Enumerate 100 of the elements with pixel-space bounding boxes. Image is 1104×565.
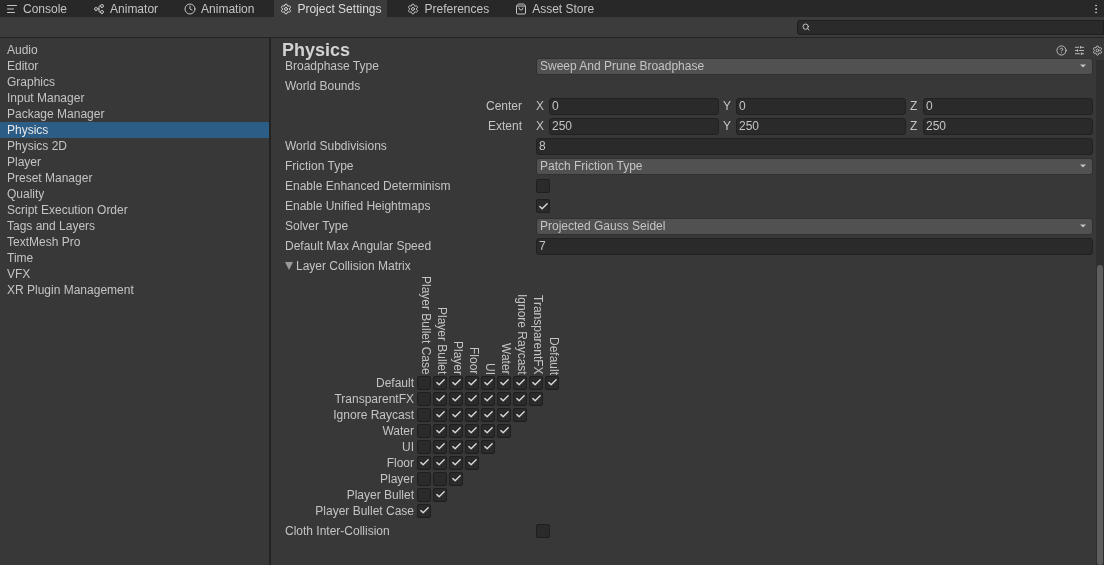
row-label: Floor [385, 454, 415, 472]
checkbox[interactable] [513, 375, 527, 390]
checkbox[interactable] [417, 407, 431, 422]
checkbox[interactable] [536, 199, 550, 213]
help-icon[interactable] [1056, 44, 1067, 56]
checkbox[interactable] [465, 439, 479, 454]
sidebar-item[interactable]: Editor [0, 58, 269, 74]
checkbox[interactable] [481, 407, 495, 422]
checkbox[interactable] [417, 487, 431, 502]
checkbox[interactable] [449, 391, 463, 406]
checkbox[interactable] [433, 487, 447, 502]
setting-label: Solver Type [285, 218, 350, 235]
column-label: Water [499, 343, 513, 375]
checkbox[interactable] [433, 391, 447, 406]
checkbox[interactable] [417, 455, 431, 470]
axis-field[interactable]: 0 [923, 97, 1093, 115]
checkbox[interactable] [465, 391, 479, 406]
checkbox[interactable] [433, 375, 447, 390]
tab[interactable]: Animator [87, 0, 165, 17]
sidebar-item[interactable]: Package Manager [0, 106, 269, 122]
column-label: Player [451, 340, 465, 375]
checkbox[interactable] [529, 375, 543, 390]
tab[interactable]: Project Settings [274, 0, 388, 17]
checkbox[interactable] [433, 471, 447, 486]
scrollbar[interactable] [1096, 60, 1104, 565]
sidebar-item[interactable]: TextMesh Pro [0, 234, 269, 250]
sliders-icon[interactable] [1074, 44, 1085, 56]
checkbox[interactable] [417, 391, 431, 406]
checkbox[interactable] [449, 375, 463, 390]
axis-field[interactable]: 250 [923, 117, 1093, 135]
settings-icon[interactable] [1092, 44, 1103, 56]
checkbox[interactable] [465, 455, 479, 470]
checkbox[interactable] [513, 407, 527, 422]
sidebar-item[interactable]: Time [0, 250, 269, 266]
column-label: Player Bullet [435, 307, 449, 375]
checkbox[interactable] [481, 375, 495, 390]
sidebar-item[interactable]: Quality [0, 186, 269, 202]
checkbox[interactable] [529, 391, 543, 406]
axis-field[interactable]: 0 [736, 97, 906, 115]
sidebar-item[interactable]: Player [0, 154, 269, 170]
checkbox[interactable] [417, 471, 431, 486]
sidebar-item[interactable]: VFX [0, 266, 269, 282]
checkbox[interactable] [465, 407, 479, 422]
checkbox[interactable] [497, 391, 511, 406]
checkbox[interactable] [545, 375, 559, 390]
scrollbar-thumb[interactable] [1097, 265, 1103, 565]
setting-label: Enable Enhanced Determinism [285, 178, 452, 195]
axis-label: Z [910, 98, 919, 115]
sidebar-item[interactable]: Graphics [0, 74, 269, 90]
axis-field[interactable]: 0 [549, 97, 719, 115]
setting-label: World Bounds [285, 78, 362, 95]
sidebar-item[interactable]: Audio [0, 42, 269, 58]
checkbox[interactable] [417, 423, 431, 438]
checkbox[interactable] [449, 455, 463, 470]
checkbox[interactable] [481, 391, 495, 406]
sidebar-item[interactable]: Physics 2D [0, 138, 269, 154]
checkbox[interactable] [433, 455, 447, 470]
checkbox[interactable] [433, 439, 447, 454]
axis-field[interactable]: 250 [549, 117, 719, 135]
checkbox[interactable] [465, 423, 479, 438]
setting-label: Friction Type [285, 158, 355, 175]
foldout-label[interactable]: Layer Collision Matrix [296, 257, 411, 275]
axis-field[interactable]: 250 [736, 117, 906, 135]
checkbox[interactable] [481, 439, 495, 454]
dropdown[interactable]: Sweep And Prune Broadphase [536, 57, 1093, 75]
checkbox[interactable] [497, 423, 511, 438]
sidebar-item[interactable]: Preset Manager [0, 170, 269, 186]
tab[interactable]: Animation [178, 0, 261, 17]
checkbox[interactable] [449, 407, 463, 422]
search-field[interactable] [797, 19, 1104, 35]
checkbox[interactable] [417, 503, 431, 518]
checkbox[interactable] [465, 375, 479, 390]
sidebar-item[interactable]: Physics [0, 122, 269, 138]
checkbox[interactable] [536, 179, 550, 193]
tab[interactable]: Console [0, 0, 74, 17]
sidebar-item[interactable]: XR Plugin Management [0, 282, 269, 298]
checkbox[interactable] [417, 375, 431, 390]
checkbox[interactable] [536, 523, 550, 538]
checkbox[interactable] [449, 423, 463, 438]
sidebar-item[interactable]: Input Manager [0, 90, 269, 106]
checkbox[interactable] [449, 471, 463, 486]
checkbox[interactable] [433, 407, 447, 422]
dropdown[interactable]: Patch Friction Type [536, 157, 1093, 175]
checkbox[interactable] [433, 423, 447, 438]
column-label: Default [547, 336, 561, 375]
checkbox[interactable] [497, 375, 511, 390]
checkbox[interactable] [513, 391, 527, 406]
tab[interactable]: Asset Store [509, 0, 601, 17]
sidebar-item[interactable]: Tags and Layers [0, 218, 269, 234]
checkbox[interactable] [417, 439, 431, 454]
number-field[interactable]: 8 [536, 137, 1093, 155]
animator-icon [93, 2, 106, 15]
number-field[interactable]: 7 [536, 237, 1093, 255]
dropdown[interactable]: Projected Gauss Seidel [536, 217, 1093, 235]
checkbox[interactable] [497, 407, 511, 422]
checkbox[interactable] [481, 423, 495, 438]
checkbox[interactable] [449, 439, 463, 454]
sidebar-item[interactable]: Script Execution Order [0, 202, 269, 218]
axis-label: Y [723, 118, 732, 135]
tab[interactable]: Preferences [401, 0, 496, 17]
